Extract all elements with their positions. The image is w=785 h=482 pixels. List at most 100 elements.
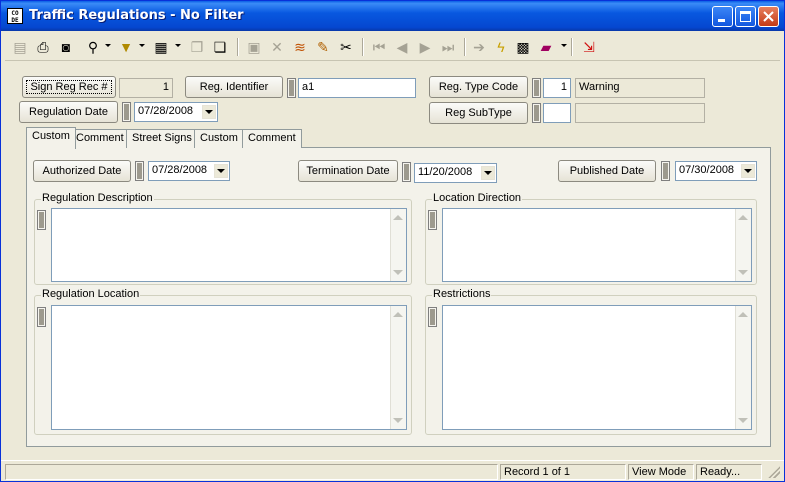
vertical-scrollbar[interactable] [735,209,751,281]
sign-reg-rec-field[interactable]: 1 [119,78,173,98]
regulation-location-textarea[interactable] [51,305,407,430]
new-record-icon[interactable]: ▤ [9,37,31,57]
termination-date-handle[interactable] [402,162,411,182]
toolbar-separator [464,38,466,56]
published-date-button[interactable]: Published Date [558,160,656,182]
location-direction-handle[interactable] [428,210,437,230]
regulation-date-combo[interactable]: 07/28/2008 [134,102,218,122]
save-icon[interactable]: ▣ [243,37,265,57]
termination-date-button[interactable]: Termination Date [298,160,398,182]
tab-comment[interactable]: Comment [70,129,130,148]
reg-subtype-handle[interactable] [532,103,541,123]
tab-custom-2[interactable]: Custom [194,129,244,148]
regulation-date-button[interactable]: Regulation Date [19,101,118,123]
next-record-icon[interactable]: ▶ [414,37,436,57]
minimize-button[interactable] [712,6,733,27]
vertical-scrollbar[interactable] [390,306,406,429]
authorized-date-combo[interactable]: 07/28/2008 [148,161,230,181]
restrictions-handle[interactable] [428,307,437,327]
app-icon[interactable]: CO DE [7,8,23,24]
published-date-value: 07/30/2008 [679,164,735,176]
termination-date-combo[interactable]: 11/20/2008 [414,163,497,183]
tab-comment-2[interactable]: Comment [242,129,302,148]
regulation-location-handle[interactable] [37,307,46,327]
reg-subtype-field[interactable] [543,103,571,123]
tab-street-signs[interactable]: Street Signs [126,129,198,148]
edit-pencil-icon[interactable]: ✎ [312,37,334,57]
first-record-icon[interactable]: ⏮ [368,37,390,57]
minimize-icon [718,19,725,22]
scroll-down-icon[interactable] [738,418,748,423]
reg-identifier-label: Reg. Identifier [199,81,269,93]
goto-icon[interactable]: ➔ [468,37,490,57]
reg-type-code-label: Reg. Type Code [438,81,519,93]
reg-type-code-button[interactable]: Reg. Type Code [429,76,528,98]
authorized-date-button[interactable]: Authorized Date [33,160,131,182]
regulation-description-group: Regulation Description [34,192,412,285]
reg-identifier-field[interactable]: a1 [298,78,416,98]
regulation-description-handle[interactable] [37,210,46,230]
filter-icon[interactable]: ▼ [115,37,137,57]
sign-reg-rec-button[interactable]: Sign Reg Rec # [22,76,116,98]
regulation-description-textarea[interactable] [51,208,407,282]
stack-icon[interactable]: ≋ [289,37,311,57]
tab-custom[interactable]: Custom [26,127,76,149]
print-preview-icon[interactable]: ◙ [55,37,77,57]
view-dropdown[interactable] [175,44,181,47]
scroll-up-icon[interactable] [393,312,403,317]
chevron-down-icon[interactable] [481,166,495,180]
book-icon[interactable]: ▰ [535,37,557,57]
filter-dropdown[interactable] [139,44,145,47]
image-icon[interactable]: ▩ [512,37,534,57]
reg-type-code-handle[interactable] [532,78,541,98]
reg-type-code-field[interactable]: 1 [543,78,571,98]
authorized-date-handle[interactable] [135,161,144,181]
status-bar: Record 1 of 1 View Mode Ready... [1,460,784,481]
exit-icon[interactable]: ⇲ [578,37,600,57]
scroll-up-icon[interactable] [738,215,748,220]
termination-date-label: Termination Date [306,165,390,177]
chevron-down-icon[interactable] [214,164,228,178]
restrictions-textarea[interactable] [442,305,752,430]
published-date-combo[interactable]: 07/30/2008 [675,161,757,181]
scroll-down-icon[interactable] [738,270,748,275]
copy-icon[interactable]: ❐ [186,37,208,57]
regulation-description-label: Regulation Description [41,192,154,204]
scroll-up-icon[interactable] [393,215,403,220]
reg-subtype-button[interactable]: Reg SubType [429,102,528,124]
delete-icon[interactable]: ✕ [266,37,288,57]
reg-identifier-button[interactable]: Reg. Identifier [185,76,283,98]
location-direction-textarea[interactable] [442,208,752,282]
status-message-cell [5,464,498,480]
book-dropdown[interactable] [561,44,567,47]
binoculars-icon[interactable]: ⚲ [82,37,104,57]
sign-reg-rec-label: Sign Reg Rec # [30,81,108,93]
close-button[interactable] [758,6,779,27]
view-icon[interactable]: ▦ [150,37,172,57]
previous-record-icon[interactable]: ◀ [391,37,413,57]
vertical-scrollbar[interactable] [735,306,751,429]
binoculars-dropdown[interactable] [105,44,111,47]
published-date-handle[interactable] [661,161,670,181]
location-direction-group: Location Direction [425,192,757,285]
chevron-down-icon[interactable] [202,105,216,119]
title-bar[interactable]: CO DE Traffic Regulations - No Filter [1,1,784,31]
scroll-up-icon[interactable] [738,312,748,317]
reg-subtype-description [575,103,705,123]
paste-icon[interactable]: ❏ [209,37,231,57]
resize-grip-icon[interactable] [768,466,780,478]
cut-icon[interactable]: ✂ [335,37,357,57]
print-icon[interactable]: ⎙ [32,37,54,57]
maximize-button[interactable] [735,6,756,27]
termination-date-value: 11/20/2008 [418,166,473,178]
scroll-down-icon[interactable] [393,270,403,275]
scroll-down-icon[interactable] [393,418,403,423]
maximize-icon [740,11,751,22]
chevron-down-icon[interactable] [741,164,755,178]
lightning-icon[interactable]: ϟ [490,37,512,57]
regulation-date-handle[interactable] [122,102,131,122]
close-icon [763,11,774,22]
last-record-icon[interactable]: ⏭ [437,37,459,57]
vertical-scrollbar[interactable] [390,209,406,281]
reg-identifier-handle[interactable] [287,78,296,98]
